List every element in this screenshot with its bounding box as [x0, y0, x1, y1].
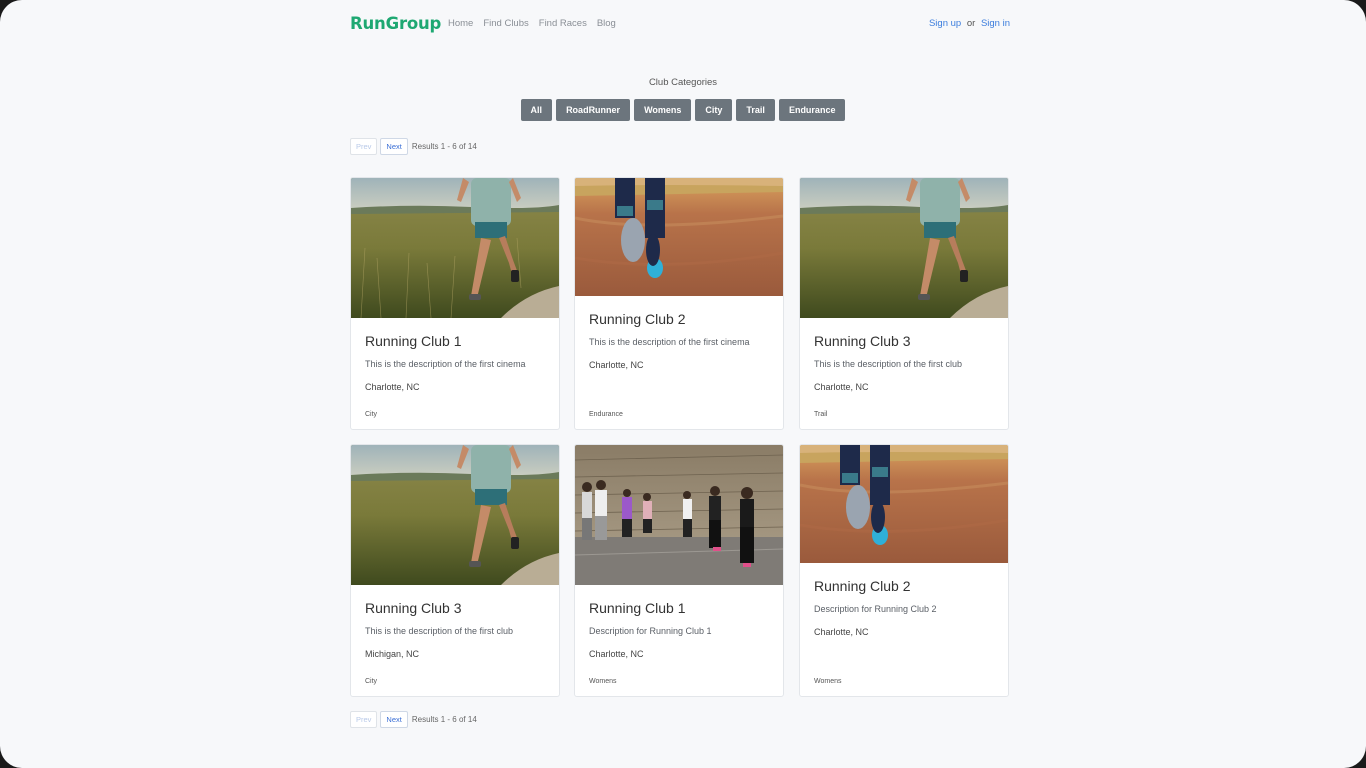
club-image-grass-runner [351, 178, 559, 318]
club-image-group-runners [575, 445, 783, 585]
club-card[interactable]: Running Club 2 Description for Running C… [799, 444, 1009, 697]
club-title[interactable]: Running Club 1 [589, 600, 686, 616]
sign-up-link[interactable]: Sign up [929, 18, 961, 29]
club-card[interactable]: Running Club 1 Description for Running C… [574, 444, 784, 697]
club-description: Description for Running Club 1 [589, 626, 712, 636]
categories-title: Club Categories [648, 77, 718, 88]
results-info: Results 1 - 6 of 14 [411, 715, 477, 724]
club-image-grass-runner [800, 178, 1008, 318]
club-title[interactable]: Running Club 2 [589, 311, 686, 327]
club-title[interactable]: Running Club 3 [365, 600, 462, 616]
club-description: This is the description of the first clu… [814, 359, 963, 369]
club-description: This is the description of the first cin… [365, 359, 526, 369]
category-trail-button[interactable]: Trail [736, 99, 775, 121]
sign-in-link[interactable]: Sign in [981, 18, 1010, 29]
club-category: City [365, 411, 378, 418]
nav-link-find-clubs[interactable]: Find Clubs [483, 12, 528, 36]
club-card[interactable]: Running Club 3 This is the description o… [350, 444, 560, 697]
club-location: Michigan, NC [365, 649, 420, 659]
category-endurance-button[interactable]: Endurance [778, 99, 846, 121]
top-nav: RunGroup Home Find Clubs Find Races Blog… [350, 12, 1010, 36]
pagination-bottom: Prev Next Results 1 - 6 of 14 [350, 711, 477, 728]
club-category: Endurance [589, 411, 623, 418]
category-womens-button[interactable]: Womens [634, 99, 692, 121]
nav-link-blog[interactable]: Blog [597, 12, 616, 36]
club-image-grass-runner [351, 445, 559, 585]
club-title[interactable]: Running Club 3 [814, 333, 911, 349]
next-button[interactable]: Next [380, 138, 408, 155]
club-image-dirt-road-legs [575, 178, 783, 296]
pagination-top: Prev Next Results 1 - 6 of 14 [350, 138, 477, 155]
club-category: Womens [589, 678, 617, 685]
brand-logo[interactable]: RunGroup [350, 12, 441, 36]
club-card[interactable]: Running Club 3 This is the description o… [799, 177, 1009, 430]
club-description: This is the description of the first cin… [589, 337, 750, 347]
club-card[interactable]: Running Club 1 This is the description o… [350, 177, 560, 430]
club-title[interactable]: Running Club 1 [365, 333, 462, 349]
club-image-dirt-road-legs [800, 445, 1008, 563]
club-location: Charlotte, NC [589, 649, 644, 659]
auth-links: Sign up or Sign in [929, 12, 1010, 36]
club-card[interactable]: Running Club 2 This is the description o… [574, 177, 784, 430]
club-location: Charlotte, NC [365, 382, 420, 392]
or-text: or [966, 18, 976, 29]
club-description: Description for Running Club 2 [814, 604, 937, 614]
nav-links: Home Find Clubs Find Races Blog [448, 12, 616, 36]
club-location: Charlotte, NC [814, 627, 869, 637]
category-city-button[interactable]: City [695, 99, 733, 121]
prev-button[interactable]: Prev [350, 711, 378, 728]
page: RunGroup Home Find Clubs Find Races Blog… [0, 0, 1366, 768]
club-location: Charlotte, NC [589, 360, 644, 370]
club-location: Charlotte, NC [814, 382, 869, 392]
next-button[interactable]: Next [380, 711, 408, 728]
club-category: City [365, 678, 378, 685]
category-roadrunner-button[interactable]: RoadRunner [556, 99, 631, 121]
category-buttons: All RoadRunner Womens City Trail Enduran… [0, 99, 1366, 121]
results-info: Results 1 - 6 of 14 [411, 142, 477, 151]
nav-link-find-races[interactable]: Find Races [539, 12, 587, 36]
club-category: Trail [814, 411, 828, 418]
nav-link-home[interactable]: Home [448, 12, 473, 36]
category-all-button[interactable]: All [520, 99, 553, 121]
club-description: This is the description of the first clu… [365, 626, 514, 636]
prev-button[interactable]: Prev [350, 138, 378, 155]
club-category: Womens [814, 678, 842, 685]
club-title[interactable]: Running Club 2 [814, 578, 911, 594]
